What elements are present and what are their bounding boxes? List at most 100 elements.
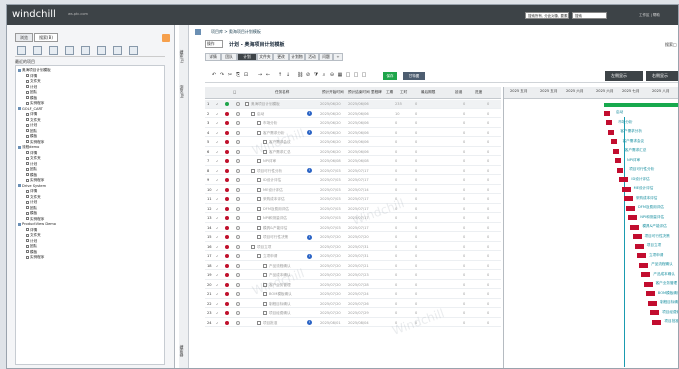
box3-icon[interactable]: □: [361, 72, 367, 78]
left-display-dropdown[interactable]: 左侧显示: [605, 71, 643, 81]
table-row[interactable]: 14 ✓ 模具&产能评估 2025/07/03 2025/07/17 0 0 0 0: [205, 224, 501, 232]
row-select-radio[interactable]: [236, 301, 240, 306]
tree-project[interactable]: ProductView Demo: [18, 222, 56, 227]
task-name[interactable]: 客户业务管理: [269, 282, 291, 288]
table-row[interactable]: 6 ✓ 客户需求汇总 2025/06/20 2025/06/06 0 0 0 0: [205, 148, 501, 156]
header-search[interactable]: 搜索: [665, 42, 673, 48]
left-tab-search[interactable]: 搜索(B): [34, 33, 58, 42]
paste-icon[interactable]: ⊡: [243, 72, 249, 78]
info-icon[interactable]: i: [307, 320, 312, 325]
tree-project[interactable]: Drive System: [18, 184, 46, 189]
task-name[interactable]: 项目经费确认: [269, 310, 291, 316]
outdent-icon[interactable]: ←: [265, 72, 271, 78]
tree-project[interactable]: GOLF_CART: [18, 107, 43, 112]
task-name[interactable]: 市场分析: [263, 120, 277, 126]
expand-toggle[interactable]: [257, 187, 261, 192]
tree-item[interactable]: 文件夹: [26, 156, 41, 161]
grid-icon[interactable]: [81, 46, 90, 55]
grid-view-icon[interactable]: ▦: [337, 72, 343, 78]
tree-item[interactable]: 详情: [26, 189, 37, 194]
row-select-radio[interactable]: [236, 206, 240, 211]
gantt-bar[interactable]: [606, 120, 613, 125]
print-icon[interactable]: [113, 46, 122, 55]
expand-toggle[interactable]: [263, 292, 267, 296]
table-row[interactable]: 22 ✓ 制程目标确认 2025/07/20 2025/07/26 0 0 0 0: [205, 300, 501, 308]
project-icon[interactable]: [17, 46, 26, 55]
tree-item[interactable]: 团队: [26, 244, 37, 249]
task-name[interactable]: 采购成本评估: [263, 196, 285, 202]
table-row[interactable]: 23 ✓ 项目经费确认 2025/07/20 2025/07/29 0 0 0 0: [205, 309, 501, 318]
table-row[interactable]: 20 ✓ 客户业务管理 2025/07/20 2025/07/28 0 0 0 0: [205, 281, 501, 289]
grid-header-cell[interactable]: 最后期限: [421, 90, 435, 95]
gantt-bar[interactable]: [612, 148, 619, 154]
tab-details[interactable]: 详情: [205, 53, 221, 61]
expand-toggle[interactable]: [251, 244, 255, 249]
gantt-bar[interactable]: [615, 158, 621, 163]
tree-item[interactable]: 模板: [26, 173, 37, 178]
breadcrumb[interactable]: 项目库 > 奥海项目计划模板: [191, 28, 678, 36]
tree-item[interactable]: 文件夹: [26, 233, 41, 238]
tree-item[interactable]: 计划: [26, 123, 37, 128]
gantt-bar[interactable]: [637, 253, 646, 258]
tree-item[interactable]: 详情: [26, 228, 37, 233]
tree-item[interactable]: 模板: [26, 134, 37, 139]
tree-item[interactable]: 文件夹: [26, 79, 41, 84]
move-up-icon[interactable]: ↑: [277, 72, 283, 78]
expand-toggle[interactable]: [257, 206, 261, 211]
task-name[interactable]: 项目立项: [257, 244, 271, 250]
row-select-radio[interactable]: [236, 159, 240, 163]
table-row[interactable]: 13 ✓ NPI和测量评估 2025/07/03 2025/07/17 0 0 0 0: [205, 214, 501, 223]
table-row[interactable]: 21 ✓ BOM模板确认 2025/07/20 2025/07/24 0 0 0 0: [205, 290, 501, 299]
filter-icon[interactable]: ⧩: [313, 72, 319, 78]
gantt-bar[interactable]: [617, 167, 624, 173]
gantt-bar[interactable]: [628, 215, 638, 220]
grid-header-cell[interactable]: 预计开始时间: [322, 90, 344, 95]
gantt-bar[interactable]: [639, 262, 649, 268]
tree-item[interactable]: 模板: [26, 250, 37, 255]
expand-toggle[interactable]: [257, 254, 261, 258]
grid-header-cell[interactable]: 进度: [475, 90, 482, 95]
box-icon[interactable]: □: [345, 72, 351, 78]
grid-header-cell[interactable]: □: [233, 90, 236, 94]
task-name[interactable]: 模具&产能评估: [263, 225, 287, 231]
table-row[interactable]: 4 ✓ 客户需求分析 i 2025/06/20 2025/06/06 0 0 0 0: [205, 129, 501, 137]
table-row[interactable]: 3 ✓ 市场分析 2025/06/20 2025/06/06 0 0 0 0: [205, 119, 501, 128]
add-tab-button[interactable]: +: [333, 53, 343, 61]
row-select-radio[interactable]: [236, 178, 240, 182]
task-name[interactable]: 奥海项目计划模板: [251, 101, 280, 107]
tab-activities[interactable]: 活动: [305, 53, 319, 61]
gantt-bar[interactable]: [619, 177, 629, 182]
task-name[interactable]: 立项申请: [263, 253, 277, 259]
tree-item[interactable]: 团队: [26, 206, 37, 211]
tree-item[interactable]: 详情: [26, 74, 37, 79]
tree-project[interactable]: 流程demo: [18, 145, 39, 150]
gantt-bar[interactable]: [652, 319, 662, 325]
row-select-radio[interactable]: [236, 149, 240, 154]
row-select-radio[interactable]: [236, 282, 240, 287]
tab-issues[interactable]: 问题: [319, 53, 333, 61]
gantt-bar[interactable]: [630, 224, 640, 230]
table-row[interactable]: 12 ✓ DFM及费用评估 2025/07/03 2025/07/17 0 0 0 0: [205, 205, 501, 213]
expand-toggle[interactable]: [257, 121, 261, 125]
tree-item[interactable]: 计划: [26, 239, 37, 244]
settings-icon[interactable]: [129, 46, 138, 55]
gantt-bar[interactable]: [632, 234, 642, 239]
expand-toggle[interactable]: [257, 178, 261, 182]
expand-toggle[interactable]: [257, 130, 261, 135]
home-icon[interactable]: [162, 34, 170, 42]
tree-item[interactable]: 实例程序: [26, 178, 44, 183]
expand-toggle[interactable]: [257, 159, 261, 163]
row-select-radio[interactable]: [236, 273, 240, 277]
row-select-radio[interactable]: [236, 311, 240, 315]
undo-icon[interactable]: ↶: [211, 72, 217, 78]
search-scope-select[interactable]: 搜索所有, 分此对象, 要素搜索: [525, 12, 569, 19]
unlink-icon[interactable]: ⊘: [305, 72, 311, 78]
task-name[interactable]: 项目可行性分析: [257, 168, 282, 174]
gantt-bar[interactable]: [610, 139, 617, 144]
expand-toggle[interactable]: [257, 320, 261, 325]
row-select-radio[interactable]: [236, 121, 240, 125]
tab-folders[interactable]: 文件夹: [257, 53, 273, 61]
document-icon[interactable]: [97, 46, 106, 55]
row-select-radio[interactable]: [236, 197, 240, 201]
gantt-bar[interactable]: [650, 310, 660, 315]
